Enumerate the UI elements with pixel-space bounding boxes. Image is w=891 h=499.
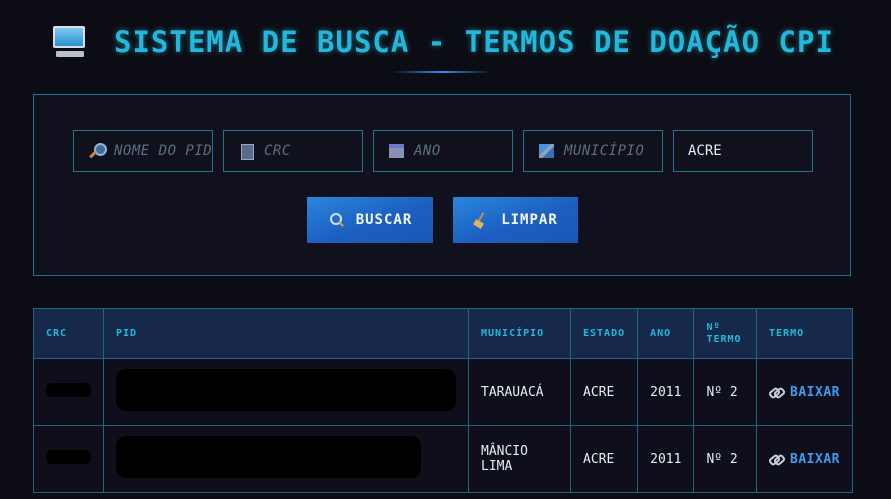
table-row: TARAUACÁ ACRE 2011 Nº 2 BAIXAR [33, 358, 853, 426]
calendar-icon [388, 142, 406, 160]
cell-ano: 2011 [637, 425, 695, 493]
download-link[interactable]: BAIXAR [769, 385, 840, 400]
column-header-estado[interactable]: ESTADO [569, 308, 639, 359]
column-header-municipio[interactable]: MUNICÍPIO [468, 308, 571, 359]
title-underline [392, 71, 492, 73]
download-label: BAIXAR [790, 451, 840, 467]
document-icon [238, 142, 256, 160]
redacted-pid [116, 436, 421, 478]
search-button-label: BUSCAR [355, 212, 413, 228]
cell-estado: ACRE [569, 358, 639, 426]
cell-termo-num: Nº 2 [693, 358, 758, 426]
column-header-pid[interactable]: PID [103, 308, 469, 359]
link-icon [769, 387, 782, 397]
cell-ano: 2011 [637, 358, 695, 426]
cell-termo-num: Nº 2 [693, 425, 758, 493]
search-icon [328, 212, 344, 228]
cell-municipio: MÂNCIO LIMA [468, 425, 571, 493]
page-title: SISTEMA DE BUSCA - TERMOS DE DOAÇÃO CPI [114, 25, 834, 59]
column-header-termo-num-label: Nº TERMO [706, 321, 742, 345]
city-icon [538, 142, 556, 160]
cell-pid [103, 425, 469, 493]
ano-search-field[interactable]: ANO [373, 130, 513, 172]
redacted-crc [46, 450, 91, 464]
cell-termo: BAIXAR [756, 358, 853, 426]
table-header-row: CRC PID MUNICÍPIO ESTADO ANO Nº TERMO TE… [33, 308, 853, 359]
magnifier-icon [88, 142, 107, 160]
cell-estado: ACRE [569, 425, 639, 493]
pid-search-field[interactable]: NOME DO PID [73, 130, 213, 172]
clear-button[interactable]: LIMPAR [453, 197, 578, 243]
table-row: MÂNCIO LIMA ACRE 2011 Nº 2 BAIXAR [33, 425, 853, 493]
cell-crc [33, 358, 104, 426]
estado-value: ACRE [688, 143, 722, 159]
broom-icon [473, 212, 489, 228]
download-label: BAIXAR [790, 384, 840, 400]
crc-placeholder: CRC [264, 143, 291, 159]
cell-municipio: TARAUACÁ [468, 358, 571, 426]
estado-select[interactable]: ACRE [673, 130, 813, 172]
redacted-crc [46, 383, 91, 397]
search-button[interactable]: BUSCAR [307, 197, 433, 243]
clear-button-label: LIMPAR [501, 212, 558, 228]
column-header-crc[interactable]: CRC [33, 308, 104, 359]
title-wrap: SISTEMA DE BUSCA - TERMOS DE DOAÇÃO CPI [52, 24, 834, 60]
municipio-placeholder: MUNICÍPIO [564, 143, 645, 159]
page-header: SISTEMA DE BUSCA - TERMOS DE DOAÇÃO CPI [0, 18, 891, 78]
cell-pid [103, 358, 469, 426]
download-link[interactable]: BAIXAR [769, 452, 840, 467]
column-header-termo-num[interactable]: Nº TERMO [693, 308, 758, 359]
computer-icon [52, 24, 88, 60]
column-header-termo[interactable]: TERMO [756, 308, 853, 359]
ano-placeholder: ANO [414, 143, 441, 159]
municipio-search-field[interactable]: MUNICÍPIO [523, 130, 663, 172]
pid-placeholder: NOME DO PID [114, 143, 213, 159]
results-table: CRC PID MUNICÍPIO ESTADO ANO Nº TERMO TE… [33, 308, 853, 493]
cell-crc [33, 425, 104, 493]
cell-termo: BAIXAR [756, 425, 853, 493]
redacted-pid [116, 369, 456, 411]
column-header-ano[interactable]: ANO [637, 308, 695, 359]
link-icon [769, 454, 782, 464]
search-panel: NOME DO PID CRC ANO MUNICÍPIO ACRE BUSCA… [33, 94, 851, 276]
crc-search-field[interactable]: CRC [223, 130, 363, 172]
